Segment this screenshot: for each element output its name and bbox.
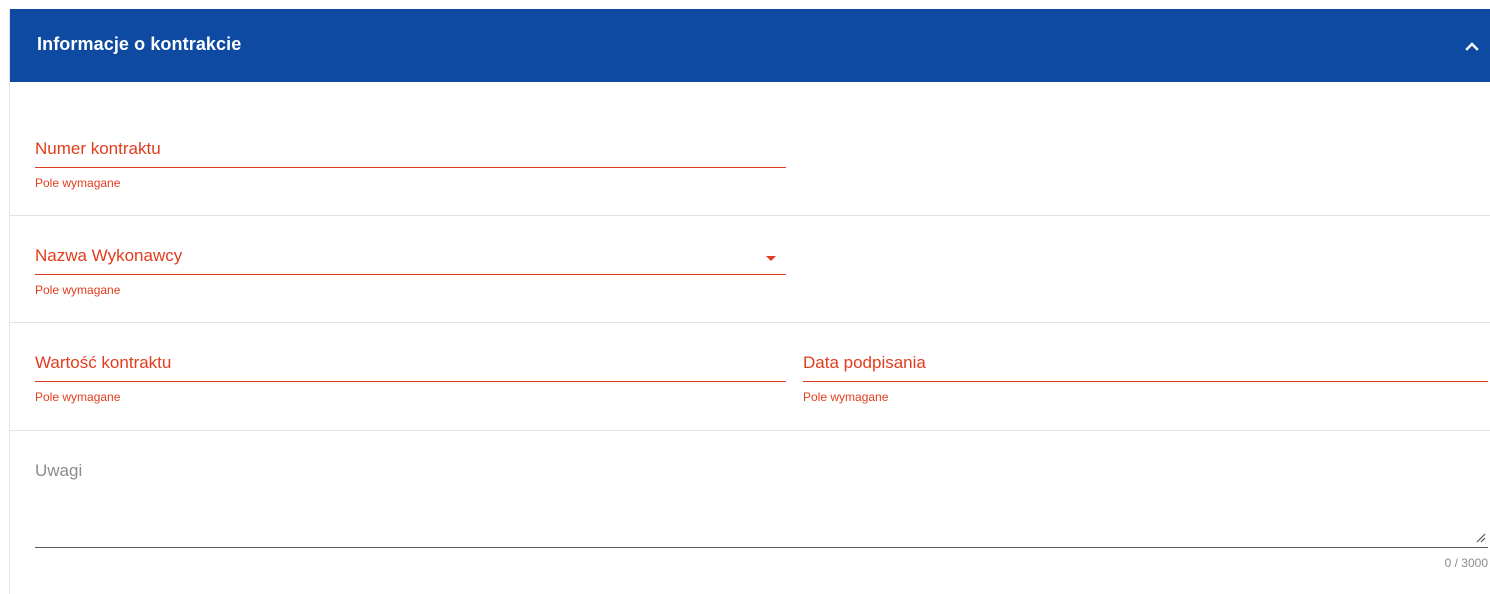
- signing-date-label: Data podpisania: [803, 353, 926, 372]
- section-divider: [10, 215, 1490, 216]
- panel-header[interactable]: Informacje o kontrakcie: [10, 9, 1490, 82]
- signing-date-error: Pole wymagane: [803, 390, 889, 404]
- section-divider: [10, 322, 1490, 323]
- contract-value-label: Wartość kontraktu: [35, 353, 172, 372]
- remarks-underline: [35, 547, 1488, 548]
- caret-down-icon[interactable]: [766, 256, 776, 261]
- remarks-char-counter: 0 / 3000: [1444, 556, 1488, 570]
- contract-number-label: Numer kontraktu: [35, 139, 161, 158]
- contract-info-panel: Informacje o kontrakcie Numer kontraktu …: [9, 9, 1490, 594]
- contractor-name-underline: [35, 274, 786, 275]
- chevron-up-icon: [1465, 42, 1479, 51]
- resize-handle-icon[interactable]: [1474, 531, 1486, 543]
- contractor-name-error: Pole wymagane: [35, 283, 121, 297]
- contract-value-field[interactable]: Wartość kontraktu Pole wymagane: [35, 353, 786, 404]
- signing-date-field[interactable]: Data podpisania Pole wymagane: [803, 353, 1488, 404]
- contractor-name-label: Nazwa Wykonawcy: [35, 246, 183, 265]
- contractor-name-select[interactable]: Nazwa Wykonawcy Pole wymagane: [35, 246, 786, 297]
- contract-value-error: Pole wymagane: [35, 390, 121, 404]
- contract-number-underline: [35, 167, 786, 168]
- remarks-label: Uwagi: [35, 461, 83, 480]
- panel-title: Informacje o kontrakcie: [37, 34, 242, 54]
- collapse-button[interactable]: [1461, 35, 1483, 57]
- signing-date-underline: [803, 381, 1488, 382]
- section-divider: [10, 430, 1490, 431]
- remarks-textarea[interactable]: Uwagi 0 / 3000: [35, 461, 1488, 573]
- contract-number-error: Pole wymagane: [35, 176, 121, 190]
- contract-value-underline: [35, 381, 786, 382]
- contract-number-field[interactable]: Numer kontraktu Pole wymagane: [35, 139, 786, 190]
